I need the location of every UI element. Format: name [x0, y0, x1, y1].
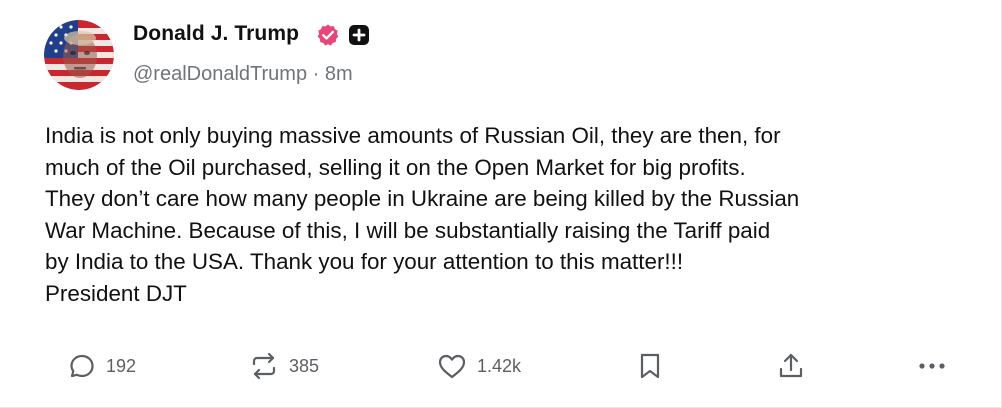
author-avatar[interactable]	[44, 20, 114, 90]
like-button[interactable]: 1.42k	[437, 346, 521, 386]
repost-count: 385	[289, 355, 320, 376]
post-timestamp[interactable]: 8m	[325, 63, 353, 85]
verified-badge-icon[interactable]	[316, 23, 340, 47]
post-text-line: India is not only buying massive amounts…	[45, 123, 781, 148]
repost-arrows-icon	[252, 352, 276, 380]
reply-bubble-icon	[70, 354, 94, 378]
reply-count: 192	[106, 355, 137, 376]
flag-portrait-avatar-icon	[44, 20, 114, 90]
post-text-line: They don’t care how many people in Ukrai…	[45, 186, 800, 212]
share-button[interactable]	[776, 346, 806, 386]
post-actions-bar: 192 385 1.42k	[0, 346, 1002, 386]
author-handle[interactable]: @realDonaldTrump	[133, 63, 307, 85]
post-signature: President DJT	[45, 280, 187, 306]
post-body: India is not only buying massive amounts…	[45, 120, 980, 310]
bookmark-icon	[640, 353, 660, 379]
post-text-line: much of the Oil purchased, selling it on…	[45, 154, 746, 180]
post-card: Donald J. Trump @realDonaldTrump · 8m In…	[0, 0, 1002, 408]
post-text-line: War Machine. Because of this, I will be …	[45, 217, 771, 243]
heart-icon	[438, 354, 466, 379]
author-badges	[316, 23, 371, 47]
meta-separator: ·	[312, 63, 325, 85]
reply-button[interactable]: 192	[68, 346, 136, 386]
post-text-line: by India to the USA. Thank you for your …	[45, 249, 684, 275]
author-meta: @realDonaldTrump · 8m	[133, 63, 353, 86]
author-name[interactable]: Donald J. Trump	[133, 22, 299, 46]
bookmark-button[interactable]	[637, 346, 663, 386]
plus-square-badge-icon[interactable]	[347, 23, 371, 47]
repost-button[interactable]: 385	[249, 346, 319, 386]
share-upload-icon	[779, 353, 803, 378]
like-count: 1.42k	[477, 355, 522, 376]
more-dots-icon	[919, 363, 945, 369]
more-options-button[interactable]	[916, 346, 948, 386]
